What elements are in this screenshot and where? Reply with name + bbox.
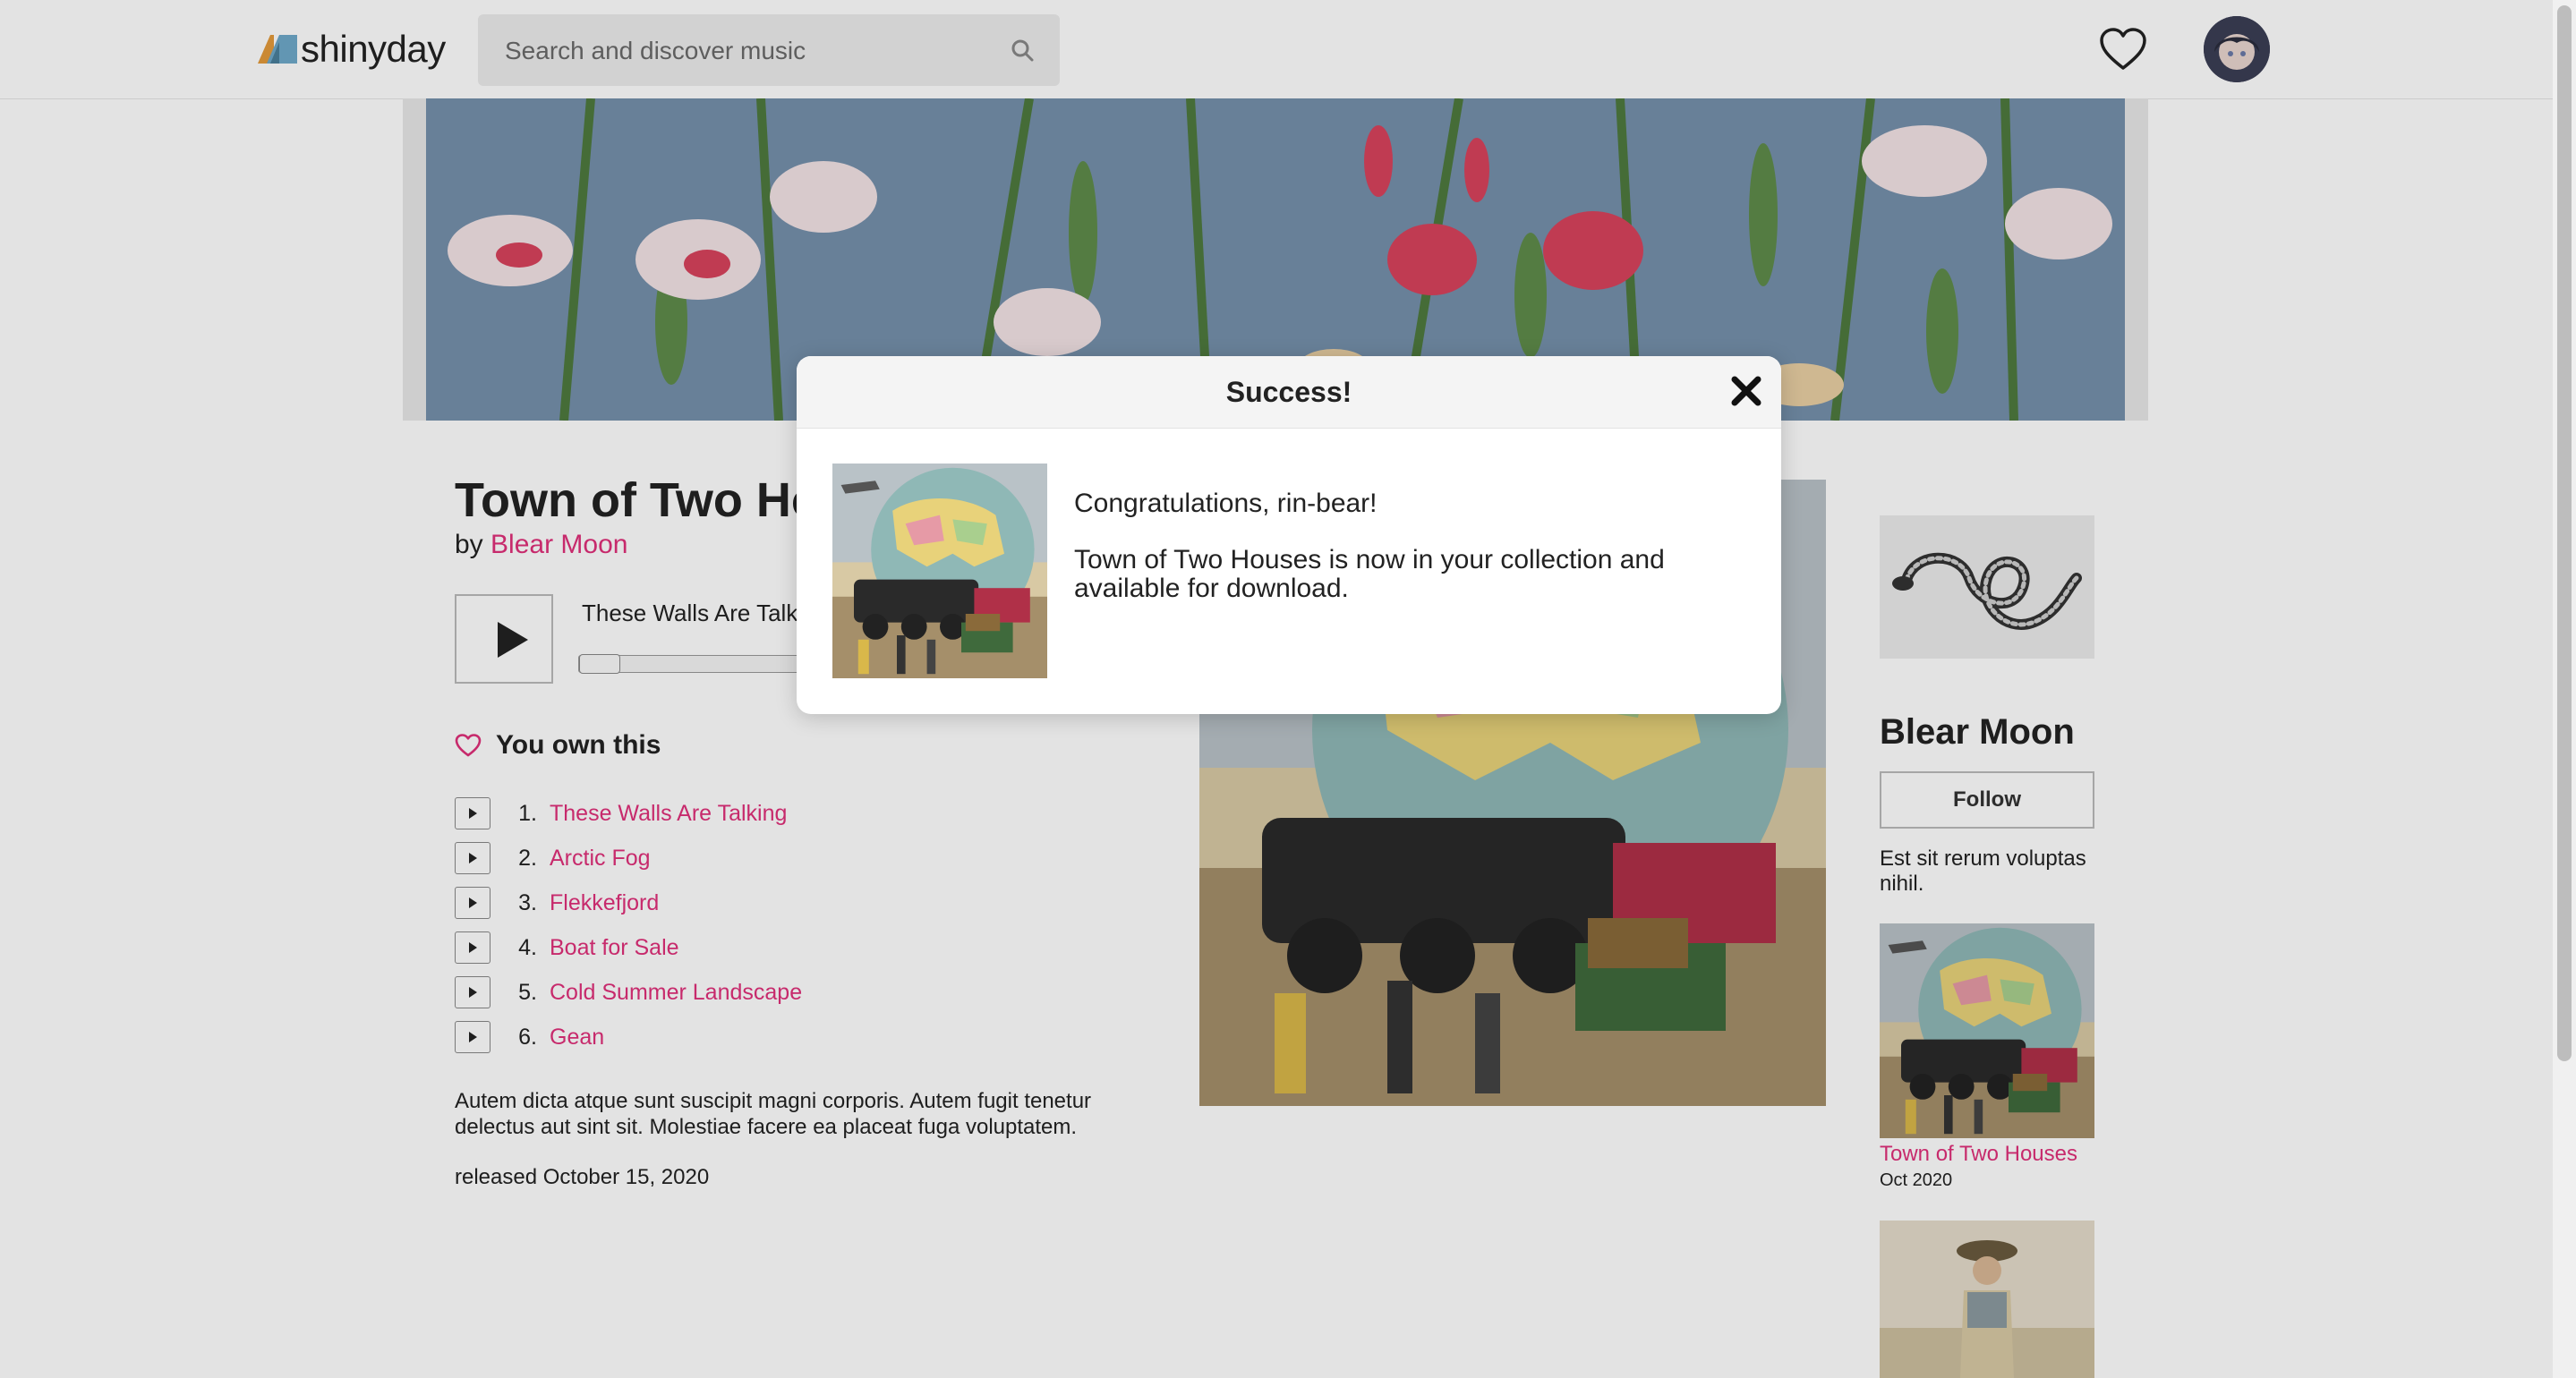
scrollbar[interactable] xyxy=(2553,0,2576,1378)
dialog-album-cover-image xyxy=(832,464,1047,678)
dialog-greeting: Congratulations, rin-bear! xyxy=(1074,489,1378,518)
scrollbar-thumb[interactable] xyxy=(2557,5,2572,1061)
success-dialog: Success! Congratulations, rin-bear! Town… xyxy=(797,356,1781,714)
dialog-title: Success! xyxy=(1225,376,1352,408)
dialog-message: Town of Two Houses is now in your collec… xyxy=(1074,545,1665,603)
dialog-header: Success! xyxy=(797,356,1781,429)
close-icon[interactable] xyxy=(1727,372,1765,410)
dialog-album-cover xyxy=(832,464,1047,678)
